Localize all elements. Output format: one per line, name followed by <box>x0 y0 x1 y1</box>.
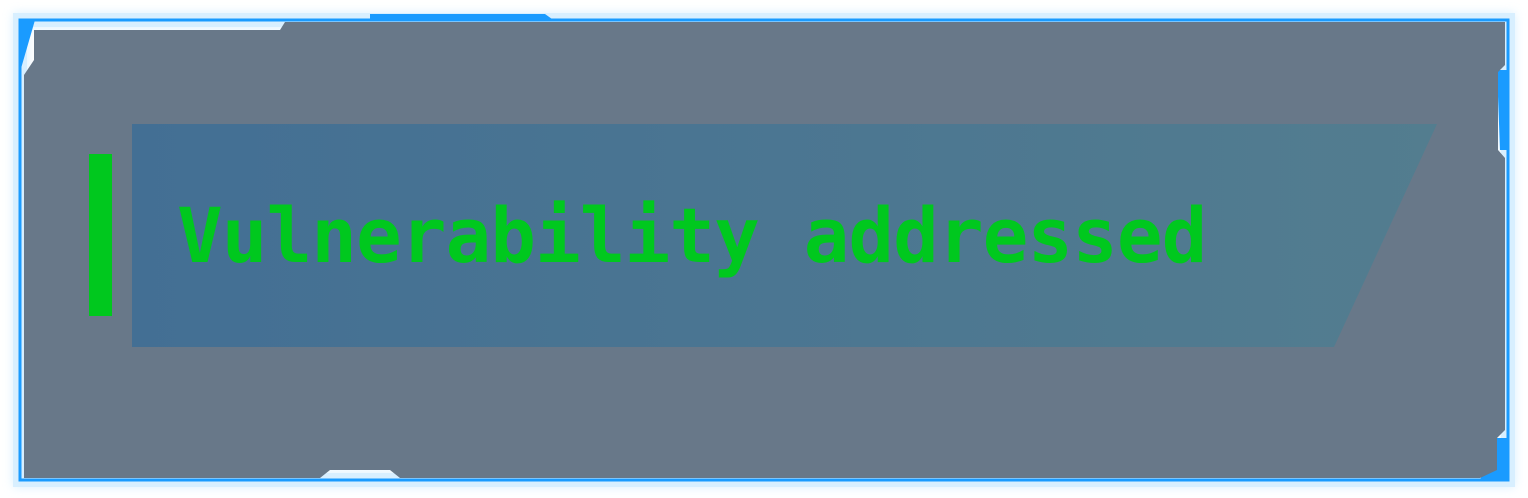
status-accent-bar <box>89 154 112 316</box>
frame-notch-right <box>1497 70 1508 150</box>
notification-panel: Vulnerability addressed <box>0 0 1528 498</box>
frame-notch-top <box>370 14 552 19</box>
notification-message: Vulnerability addressed <box>177 191 1207 280</box>
